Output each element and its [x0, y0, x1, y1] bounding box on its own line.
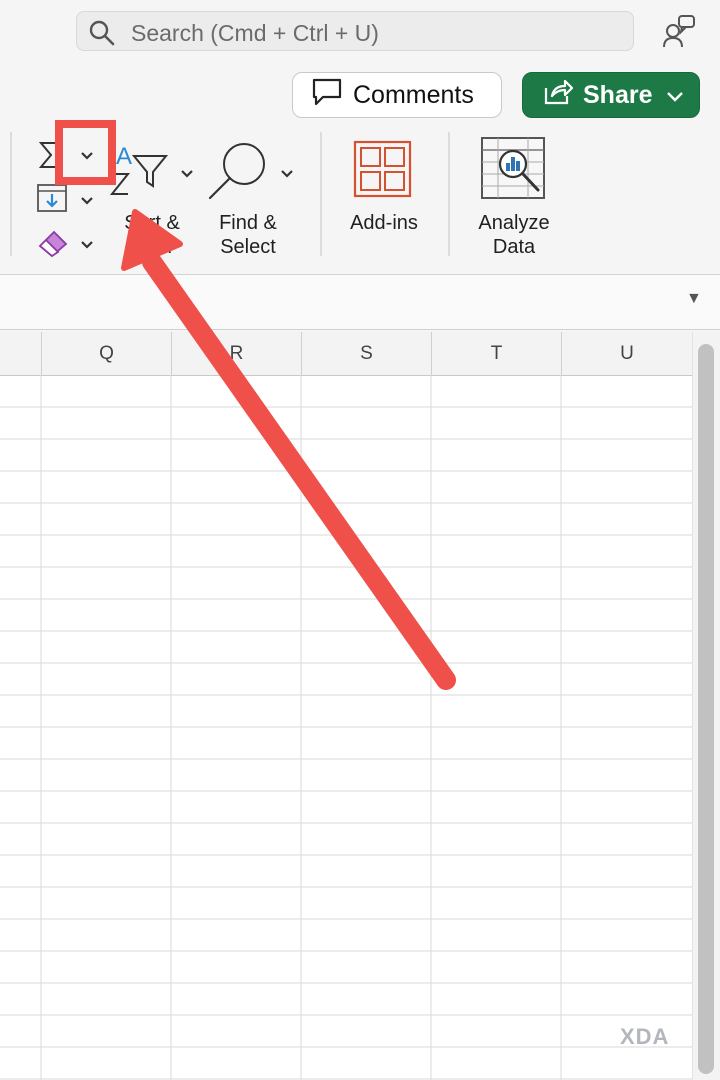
watermark-logo: XDA — [620, 1024, 670, 1049]
annotation-arrow-shaft — [142, 252, 456, 690]
annotation-overlay — [55, 120, 456, 690]
annotation-highlight-box — [55, 120, 116, 185]
